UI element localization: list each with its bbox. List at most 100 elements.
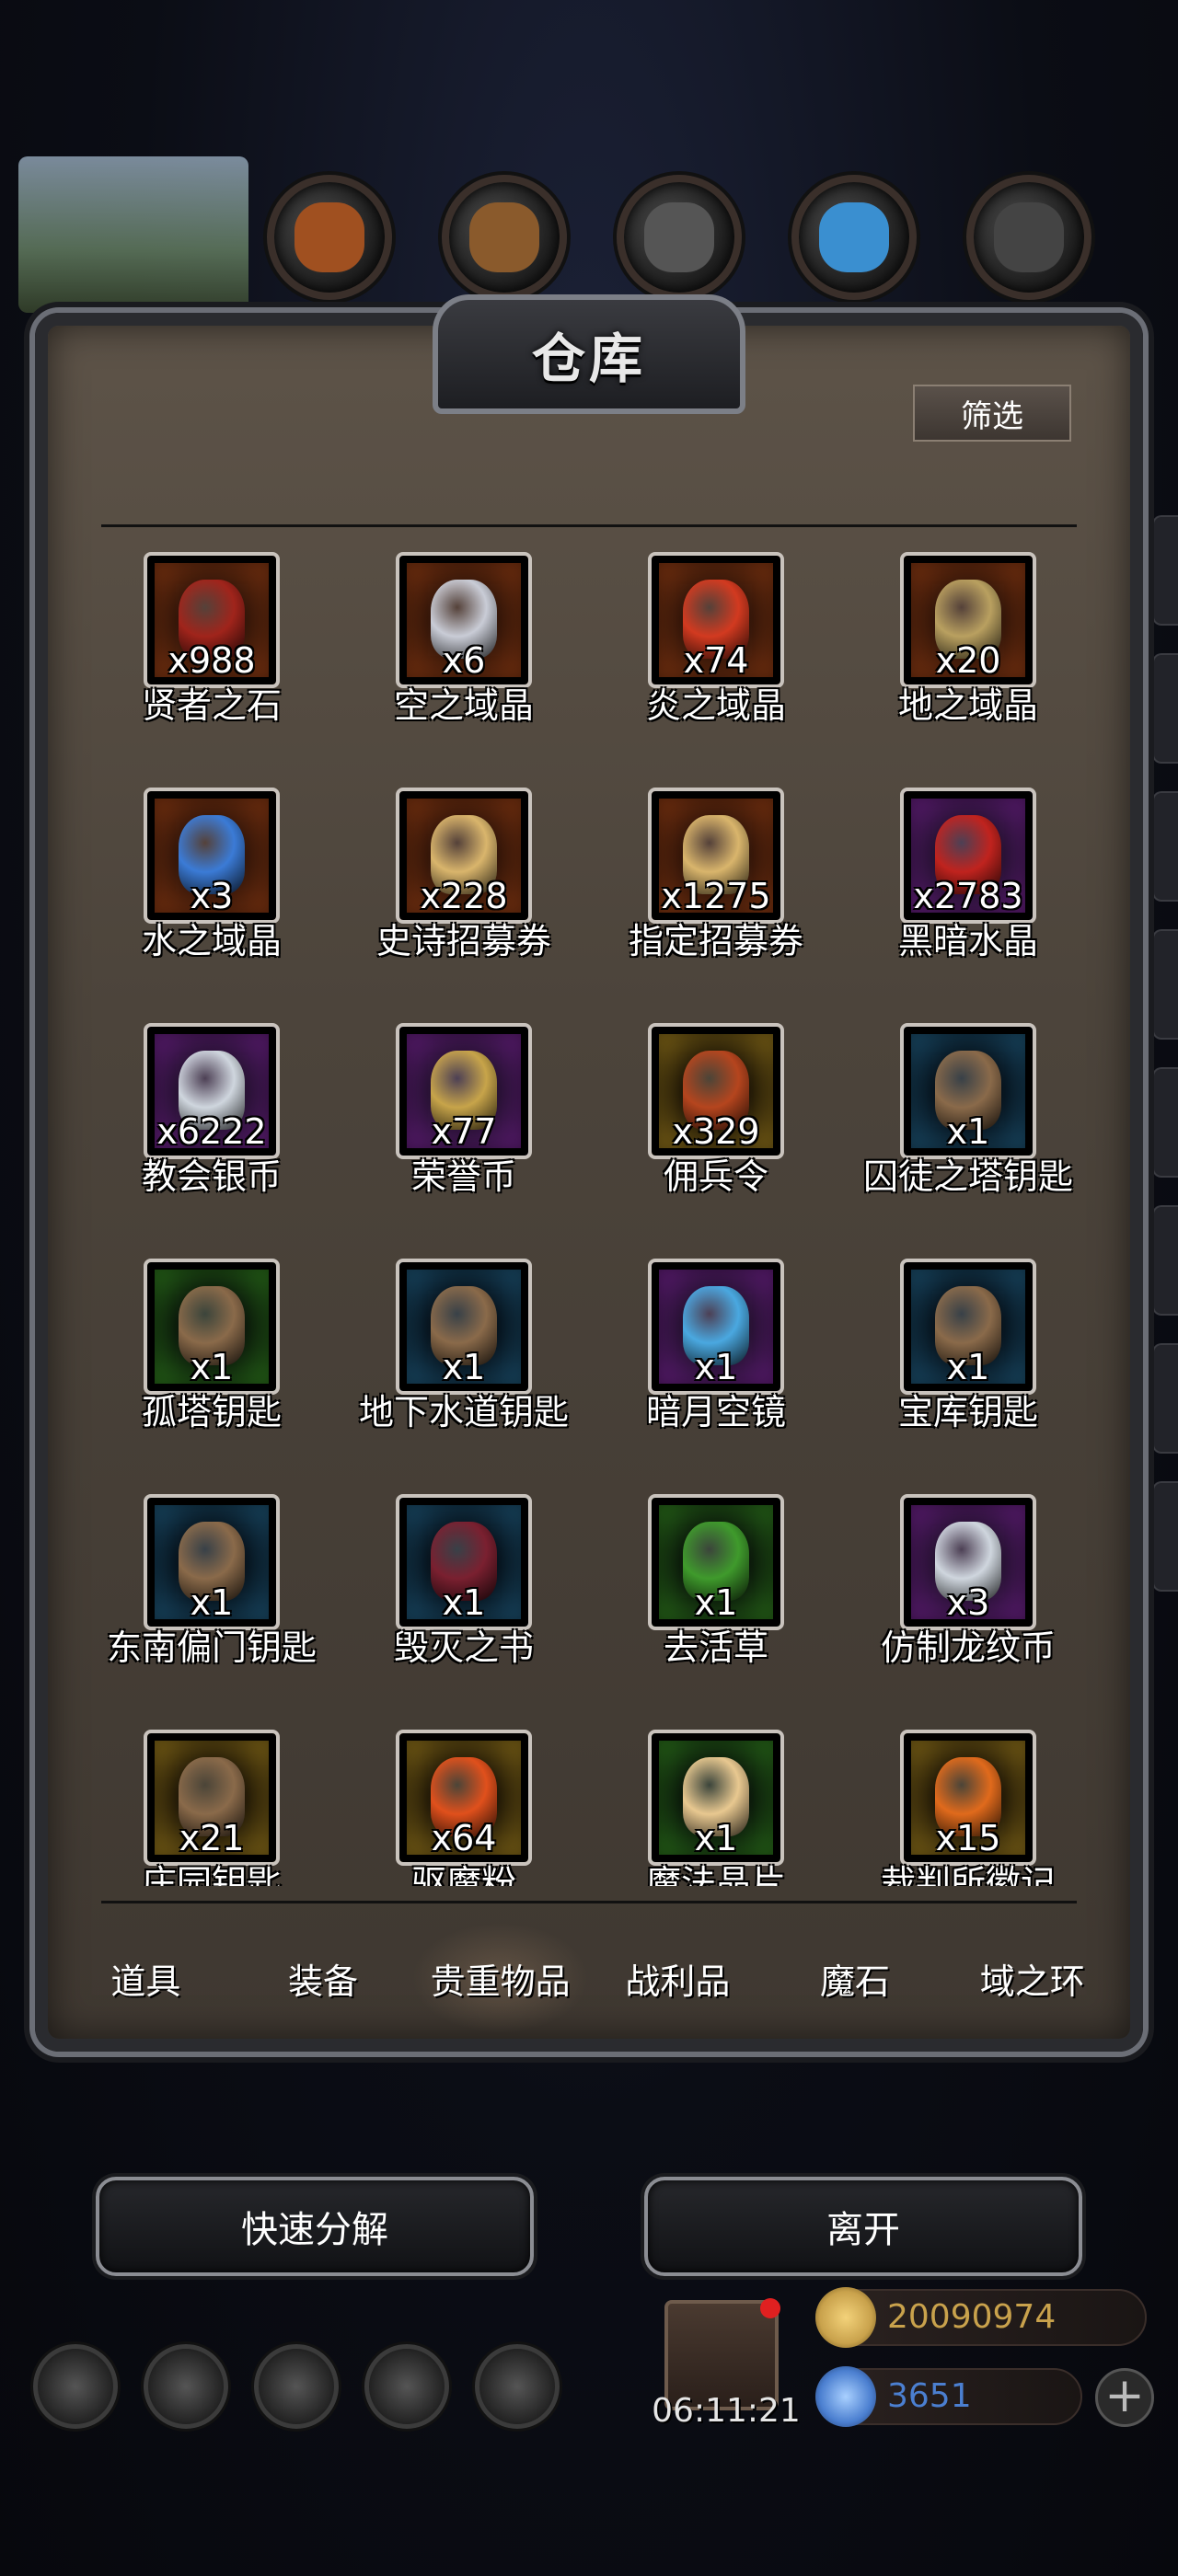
inventory-item[interactable]: x6 空之域晶 [344, 552, 593, 788]
star-badge-icon[interactable] [144, 2344, 228, 2429]
side-tab[interactable] [1152, 1481, 1178, 1592]
item-count: x2783 [913, 876, 1023, 916]
background-landscape [18, 156, 248, 313]
inventory-item[interactable]: x2783 黑暗水晶 [849, 788, 1086, 1023]
item-count: x1 [694, 1818, 738, 1858]
tab-1[interactable]: 装备 [235, 1923, 412, 2033]
inventory-item[interactable]: x1 囚徒之塔钥匙 [849, 1023, 1086, 1259]
inventory-item[interactable]: x6222 教会银币 [92, 1023, 341, 1259]
item-name: 裁判所徽记 [880, 1863, 1056, 1886]
side-tab[interactable] [1152, 1067, 1178, 1178]
divider [101, 524, 1077, 527]
gold-amount: 20090974 [887, 2298, 1057, 2336]
tab-2[interactable]: 贵重物品 [411, 1923, 590, 2033]
item-count: x329 [672, 1111, 760, 1152]
item-count: x228 [420, 876, 508, 916]
gem-icon [815, 2366, 876, 2427]
inventory-item[interactable]: x228 史诗招募券 [344, 788, 593, 1023]
inventory-item[interactable]: x1 去活草 [596, 1494, 845, 1730]
item-name: 魔法晶片 [645, 1863, 786, 1886]
inventory-item[interactable]: x20 地之域晶 [849, 552, 1086, 788]
item-count: x988 [167, 640, 256, 681]
side-tab[interactable] [1152, 929, 1178, 1040]
item-count: x1 [442, 1347, 486, 1387]
item-count: x1 [946, 1347, 990, 1387]
side-tab[interactable] [1152, 515, 1178, 626]
inventory-item[interactable]: x21 庄园钥匙 [92, 1730, 341, 1886]
category-tabs: 道具 装备 贵重物品 战利品 魔石 域之环 [57, 1904, 1121, 2052]
ore-sack-icon[interactable] [267, 175, 392, 300]
inventory-item[interactable]: x988 贤者之石 [92, 552, 341, 788]
leave-button[interactable]: 离开 [644, 2177, 1082, 2276]
inventory-item[interactable]: x64 驱魔粉 [344, 1730, 593, 1886]
tab-5[interactable]: 域之环 [943, 1923, 1121, 2033]
item-count: x77 [431, 1111, 497, 1152]
gold-ingot-icon [815, 2287, 876, 2348]
inventory-item[interactable]: x3 仿制龙纹币 [849, 1494, 1086, 1730]
item-name: 炎之域晶 [645, 685, 786, 726]
inventory-item[interactable]: x1 宝库钥匙 [849, 1259, 1086, 1494]
gold-currency: 20090974 [815, 2287, 1147, 2348]
quick-decompose-button[interactable]: 快速分解 [96, 2177, 534, 2276]
wood-planks-icon[interactable] [442, 175, 567, 300]
item-name: 地下水道钥匙 [358, 1392, 569, 1432]
inventory-item[interactable]: x1 东南偏门钥匙 [92, 1494, 341, 1730]
divider [101, 1901, 1077, 1903]
item-grid: x988 贤者之石 x6 空之域晶 x74 炎之域晶 x20 地之域晶 x3 水之域晶 x228 史诗… [92, 552, 1086, 1886]
item-name: 驱魔粉 [410, 1863, 516, 1886]
item-count: x3 [946, 1582, 990, 1623]
side-tab[interactable] [1152, 791, 1178, 902]
item-name: 水之域晶 [141, 921, 282, 961]
item-count: x1 [442, 1582, 486, 1623]
item-count: x1 [190, 1582, 234, 1623]
tab-4[interactable]: 魔石 [767, 1923, 944, 2033]
inventory-item[interactable]: x1 地下水道钥匙 [344, 1259, 593, 1494]
item-count: x1275 [661, 876, 771, 916]
resource-category-bar [267, 175, 1114, 304]
item-name: 仿制龙纹币 [880, 1627, 1056, 1668]
side-tab[interactable] [1152, 653, 1178, 764]
page-title: 仓库 [531, 328, 646, 390]
side-tab-strip [1152, 515, 1178, 1711]
tab-0[interactable]: 道具 [57, 1923, 235, 2033]
item-count: x15 [935, 1818, 1001, 1858]
inventory-item[interactable]: x1 魔法晶片 [596, 1730, 845, 1886]
settings-gear-icon[interactable] [33, 2344, 118, 2429]
inventory-item[interactable]: x3 水之域晶 [92, 788, 341, 1023]
side-tab[interactable] [1152, 1205, 1178, 1316]
item-count: x1 [694, 1347, 738, 1387]
category-glyph [294, 202, 364, 272]
category-glyph [469, 202, 539, 272]
inventory-item[interactable]: x1275 指定招募券 [596, 788, 845, 1023]
item-name: 暗月空镜 [645, 1392, 786, 1432]
guild-emblem-icon[interactable] [254, 2344, 339, 2429]
crystal-icon[interactable] [791, 175, 917, 300]
add-currency-button[interactable]: + [1095, 2368, 1154, 2427]
item-name: 荣誉币 [410, 1156, 516, 1197]
notification-dot [760, 2298, 780, 2318]
category-glyph [644, 202, 714, 272]
item-name: 宝库钥匙 [897, 1392, 1038, 1432]
side-tab[interactable] [1152, 1343, 1178, 1454]
stone-blocks-icon[interactable] [617, 175, 742, 300]
inventory-item[interactable]: x1 毁灭之书 [344, 1494, 593, 1730]
filter-button[interactable]: 筛选 [913, 385, 1071, 442]
handshake-icon[interactable] [475, 2344, 560, 2429]
mail-icon[interactable] [364, 2344, 449, 2429]
item-name: 囚徒之塔钥匙 [862, 1156, 1073, 1197]
category-glyph [819, 202, 889, 272]
inventory-item[interactable]: x329 佣兵令 [596, 1023, 845, 1259]
inventory-item[interactable]: x74 炎之域晶 [596, 552, 845, 788]
inventory-item[interactable]: x1 暗月空镜 [596, 1259, 845, 1494]
iron-ingot-icon[interactable] [966, 175, 1091, 300]
item-name: 贤者之石 [141, 685, 282, 726]
tab-3[interactable]: 战利品 [589, 1923, 767, 2033]
item-name: 东南偏门钥匙 [106, 1627, 317, 1668]
item-count: x64 [431, 1818, 497, 1858]
inventory-item[interactable]: x77 荣誉币 [344, 1023, 593, 1259]
item-count: x1 [190, 1347, 234, 1387]
gift-timer: 06:11:21 [652, 2392, 801, 2430]
item-count: x3 [190, 876, 234, 916]
inventory-item[interactable]: x15 裁判所徽记 [849, 1730, 1086, 1886]
inventory-item[interactable]: x1 孤塔钥匙 [92, 1259, 341, 1494]
